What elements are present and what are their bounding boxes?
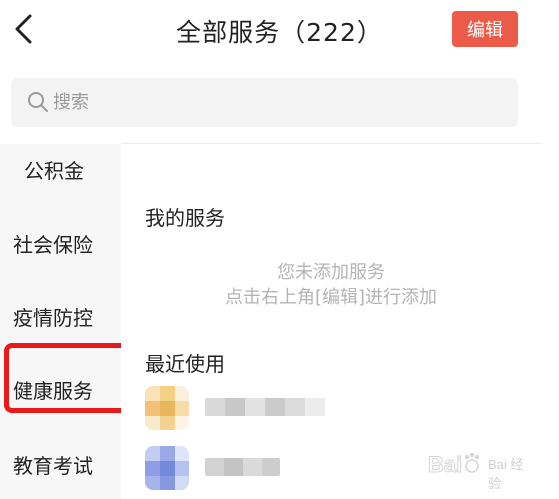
search-input[interactable] <box>53 88 493 116</box>
baidu-watermark: Bai Bai 经验 <box>426 446 532 492</box>
edit-button[interactable]: 编辑 <box>452 11 518 47</box>
svg-text:Bai: Bai <box>428 452 462 477</box>
app-icon <box>145 446 189 490</box>
watermark-text: Bai 经验 <box>488 457 524 491</box>
my-services-title: 我的服务 <box>145 206 225 230</box>
sidebar-item-education-exams[interactable]: 教育考试 <box>13 450 93 479</box>
divider <box>121 143 541 144</box>
item-name <box>205 398 325 416</box>
recent-item[interactable] <box>145 386 345 430</box>
app-icon <box>145 386 189 430</box>
search-bar[interactable] <box>11 78 518 127</box>
paw-logo-icon: Bai <box>428 452 479 478</box>
sidebar-item-health-services[interactable]: 健康服务 <box>13 375 93 404</box>
search-icon <box>28 92 48 112</box>
empty-hint-line2: 点击右上角[编辑]进行添加 <box>224 287 438 308</box>
sidebar-item-epidemic-control[interactable]: 疫情防控 <box>13 302 93 331</box>
sidebar-item-social-insurance[interactable]: 社会保险 <box>13 229 93 258</box>
sidebar-item-housing-fund[interactable]: 公积金 <box>24 155 84 184</box>
empty-hint-line1: 您未添加服务 <box>277 262 385 283</box>
recent-item[interactable] <box>145 446 345 490</box>
item-name <box>205 458 280 476</box>
recent-title: 最近使用 <box>145 352 225 376</box>
header-bar: 全部服务（222） 编辑 <box>0 0 559 62</box>
